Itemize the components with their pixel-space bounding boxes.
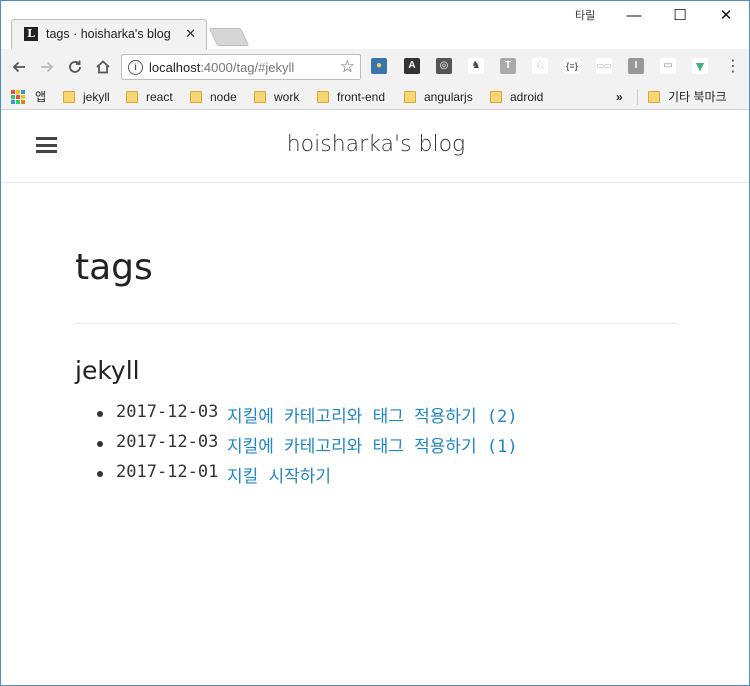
json-icon[interactable]: {≡} <box>564 58 580 74</box>
back-button[interactable] <box>8 56 30 78</box>
python-icon[interactable]: ● <box>371 58 387 74</box>
favicon-icon: L <box>24 27 38 41</box>
new-tab-button[interactable] <box>208 28 250 46</box>
folder-icon <box>254 91 266 103</box>
folder-icon <box>317 91 329 103</box>
bookmark-work[interactable]: work <box>254 88 299 106</box>
divider <box>76 323 676 324</box>
folder-icon <box>126 91 138 103</box>
reload-button[interactable] <box>64 56 86 78</box>
bookmark-other[interactable]: 기타 북마크 <box>648 88 727 106</box>
apps-icon[interactable] <box>11 90 25 104</box>
bookmarks-bar: 앱 jekyll react node work front-end angul… <box>1 85 749 110</box>
bookmark-react[interactable]: react <box>126 88 173 106</box>
bookmark-label: work <box>274 90 300 104</box>
minimize-button[interactable]: — <box>611 5 657 29</box>
cast-icon[interactable]: ▭ <box>660 58 676 74</box>
evernote-icon[interactable]: ♞ <box>468 58 484 74</box>
post-link[interactable]: 지킬에 카테고리와 태그 적용하기 (2) <box>227 402 518 427</box>
bookmark-adroid[interactable]: adroid <box>490 88 543 106</box>
grid-icon[interactable]: ▭▭ <box>596 58 612 74</box>
post-date: 2017-12-01 <box>116 462 219 482</box>
browser-tab[interactable]: L tags · hoisharka's blog ✕ <box>11 19 207 49</box>
page-content: hoisharka's blog tags jekyll 2017-12-03 … <box>1 110 749 685</box>
bookmarks-divider <box>637 89 638 105</box>
back-arrow-icon <box>12 61 25 73</box>
info-icon[interactable]: i <box>128 60 143 75</box>
url-text: localhost:4000/tag/#jekyll <box>149 60 294 75</box>
title-bar: L tags · hoisharka's blog ✕ 타릴 — ☐ ✕ <box>1 1 749 49</box>
tag-heading: jekyll <box>75 356 140 385</box>
site-header: hoisharka's blog <box>1 110 749 183</box>
translate-icon[interactable]: A <box>404 58 420 74</box>
bookmark-label: angularjs <box>424 90 473 104</box>
tab-title: tags · hoisharka's blog <box>46 27 171 41</box>
bunny-icon[interactable]: ♘ <box>532 58 548 74</box>
folder-icon <box>404 91 416 103</box>
bookmark-node[interactable]: node <box>190 88 237 106</box>
bookmark-front-end[interactable]: front-end <box>317 88 385 106</box>
url-host: localhost <box>149 60 201 75</box>
address-bar[interactable]: i localhost:4000/tag/#jekyll ☆ <box>121 54 361 80</box>
browser-toolbar: i localhost:4000/tag/#jekyll ☆ ● A ◎ ♞ T… <box>1 49 749 85</box>
folder-icon <box>63 91 75 103</box>
post-date: 2017-12-03 <box>116 432 219 452</box>
bookmark-label: react <box>146 90 173 104</box>
bookmark-label: adroid <box>510 90 544 104</box>
home-button[interactable] <box>92 56 114 78</box>
bookmark-apps[interactable]: 앱 <box>35 88 46 106</box>
bookmark-label: jekyll <box>83 90 110 104</box>
bookmark-star-icon[interactable]: ☆ <box>340 57 355 77</box>
tab-close-icon[interactable]: ✕ <box>185 26 196 42</box>
post-date: 2017-12-03 <box>116 402 219 422</box>
bookmarks-overflow-button[interactable]: » <box>616 88 623 106</box>
folder-icon <box>648 91 660 103</box>
folder-icon <box>490 91 502 103</box>
ime-indicator: 타릴 <box>575 10 596 22</box>
maximize-button[interactable]: ☐ <box>657 5 703 29</box>
vue-icon[interactable]: ▼ <box>692 58 708 74</box>
folder-icon <box>190 91 202 103</box>
post-link[interactable]: 지킬에 카테고리와 태그 적용하기 (1) <box>227 432 518 457</box>
bookmark-jekyll[interactable]: jekyll <box>63 88 110 106</box>
browser-window: L tags · hoisharka's blog ✕ 타릴 — ☐ ✕ i l… <box>0 0 750 686</box>
home-icon <box>96 60 110 74</box>
reload-icon <box>69 60 81 73</box>
site-title[interactable]: hoisharka's blog <box>1 132 749 157</box>
t-icon[interactable]: T <box>500 58 516 74</box>
bulb-icon[interactable]: ◎ <box>436 58 452 74</box>
menu-dots-icon[interactable]: ⋮ <box>725 57 741 77</box>
i-icon[interactable]: I <box>628 58 644 74</box>
forward-arrow-icon <box>41 61 54 73</box>
forward-button[interactable] <box>36 56 58 78</box>
bookmark-label: 기타 북마크 <box>668 90 727 104</box>
close-window-button[interactable]: ✕ <box>703 5 749 29</box>
url-path: :4000/tag/#jekyll <box>200 60 295 75</box>
bookmark-angularjs[interactable]: angularjs <box>404 88 473 106</box>
bookmark-label: node <box>210 90 237 104</box>
post-link[interactable]: 지킬 시작하기 <box>227 462 331 487</box>
page-title: tags <box>75 247 153 288</box>
bookmark-label: front-end <box>337 90 386 104</box>
